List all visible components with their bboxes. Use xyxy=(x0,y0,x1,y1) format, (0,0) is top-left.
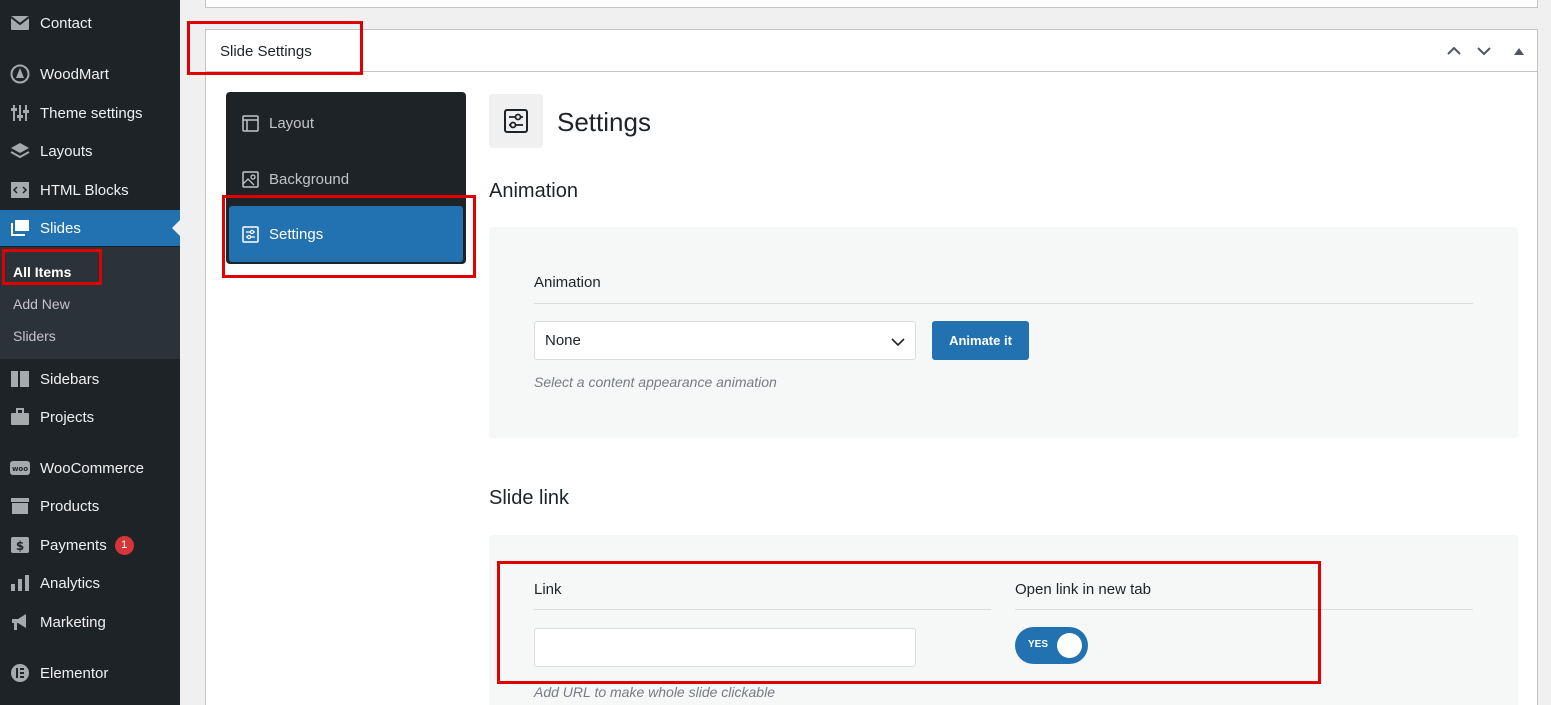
sidebar-item-slides[interactable]: Slides xyxy=(0,210,180,246)
animation-section-title: Animation xyxy=(489,180,578,202)
sidebar-item-projects[interactable]: Projects xyxy=(0,399,180,435)
elementor-icon xyxy=(10,663,30,683)
sidebar-item-label: Layouts xyxy=(40,142,93,160)
sidebar-item-woocommerce[interactable]: woo WooCommerce xyxy=(0,450,180,486)
sidebar-item-sidebars[interactable]: Sidebars xyxy=(0,361,180,397)
sidebar-item-label: Marketing xyxy=(40,613,106,631)
link-input[interactable] xyxy=(534,628,916,667)
sidebar-item-label: WoodMart xyxy=(40,65,109,83)
sidebar-item-label: Contact xyxy=(40,14,92,32)
sliders-icon xyxy=(10,103,30,123)
sidebar-item-label: Elementor xyxy=(40,664,109,682)
animate-it-button[interactable]: Animate it xyxy=(932,321,1029,360)
sidebar-item-payments[interactable]: $ Payments 1 xyxy=(0,527,180,563)
submenu-add-new[interactable]: Add New xyxy=(13,296,70,312)
previous-metabox xyxy=(205,0,1538,8)
sidebar-item-label: Payments xyxy=(40,536,107,554)
open-new-tab-label: Open link in new tab xyxy=(1015,581,1151,598)
woo-icon: woo xyxy=(10,458,30,478)
field-divider xyxy=(534,609,991,610)
sidebar-item-label: Theme settings xyxy=(40,104,143,122)
sidebar-item-woodmart[interactable]: WoodMart xyxy=(0,56,180,92)
move-up-icon[interactable] xyxy=(1443,40,1465,62)
tab-background[interactable]: Background xyxy=(229,151,463,207)
tab-label: Settings xyxy=(269,225,324,243)
image-icon xyxy=(242,170,260,188)
animation-select-value: None xyxy=(545,332,581,349)
layers-icon xyxy=(10,141,30,161)
open-new-tab-toggle[interactable]: YES xyxy=(1015,627,1088,664)
field-divider xyxy=(534,303,1473,304)
tab-layout[interactable]: Layout xyxy=(229,95,463,151)
field-divider xyxy=(1015,609,1473,610)
submenu-all-items[interactable]: All Items xyxy=(13,264,71,280)
sidebar-item-label: WooCommerce xyxy=(40,459,144,477)
code-block-icon xyxy=(10,180,30,200)
settings-heading-icon xyxy=(489,94,543,148)
slide-link-panel xyxy=(489,535,1518,705)
notification-badge: 1 xyxy=(114,535,134,555)
chevron-down-icon xyxy=(891,334,905,351)
page-title: Settings xyxy=(557,107,651,137)
settings-sliders-icon xyxy=(242,225,260,243)
woodmart-icon xyxy=(10,64,30,84)
toggle-knob xyxy=(1057,633,1082,658)
sidebar-item-label: Projects xyxy=(40,408,95,426)
sidebar-item-label: HTML Blocks xyxy=(40,181,129,199)
toggle-text: YES xyxy=(1028,639,1049,650)
sidebar-item-html-blocks[interactable]: HTML Blocks xyxy=(0,172,180,208)
submenu-sliders[interactable]: Sliders xyxy=(13,328,56,344)
briefcase-icon xyxy=(10,407,30,427)
archive-icon xyxy=(10,496,30,516)
animation-hint: Select a content appearance animation xyxy=(534,374,777,390)
metabox-title: Slide Settings xyxy=(220,43,312,60)
sidebar-item-theme-settings[interactable]: Theme settings xyxy=(0,95,180,131)
settings-tabs: Layout Background Settings xyxy=(226,92,466,264)
sidebar-item-label: Slides xyxy=(40,219,81,237)
sidebar-item-elementor[interactable]: Elementor xyxy=(0,655,180,691)
sidebar-item-contact[interactable]: Contact xyxy=(0,5,180,41)
collapse-toggle-icon[interactable] xyxy=(1508,40,1530,62)
sidebar-item-analytics[interactable]: Analytics xyxy=(0,565,180,601)
tab-settings[interactable]: Settings xyxy=(229,206,463,262)
sidebar-item-label: Analytics xyxy=(40,574,101,592)
link-hint: Add URL to make whole slide clickable xyxy=(534,684,775,700)
slide-link-section-title: Slide link xyxy=(489,487,570,509)
chart-icon xyxy=(10,573,30,593)
animation-label: Animation xyxy=(534,274,601,291)
layout-icon xyxy=(242,114,260,132)
move-down-icon[interactable] xyxy=(1473,40,1495,62)
megaphone-icon xyxy=(10,612,30,632)
sidebar-item-products[interactable]: Products xyxy=(0,488,180,524)
sidebar-item-marketing[interactable]: Marketing xyxy=(0,604,180,640)
tab-label: Layout xyxy=(269,114,315,132)
svg-text:woo: woo xyxy=(12,465,28,473)
svg-text:$: $ xyxy=(16,539,24,553)
metabox-header: Slide Settings xyxy=(206,30,1537,72)
admin-sidebar: Contact WoodMart Theme settings Layouts … xyxy=(0,0,180,705)
sidebar-item-label: Products xyxy=(40,497,100,515)
envelope-icon xyxy=(10,13,30,33)
dollar-icon: $ xyxy=(10,535,30,555)
sidebar-icon xyxy=(10,369,30,389)
sidebar-item-label: Sidebars xyxy=(40,370,100,388)
slides-submenu: All Items Add New Sliders xyxy=(0,247,180,359)
sidebar-item-layouts[interactable]: Layouts xyxy=(0,133,180,169)
slides-icon xyxy=(10,218,30,238)
tab-label: Background xyxy=(269,170,350,188)
link-label: Link xyxy=(534,581,562,598)
animation-select[interactable]: None xyxy=(534,321,916,360)
